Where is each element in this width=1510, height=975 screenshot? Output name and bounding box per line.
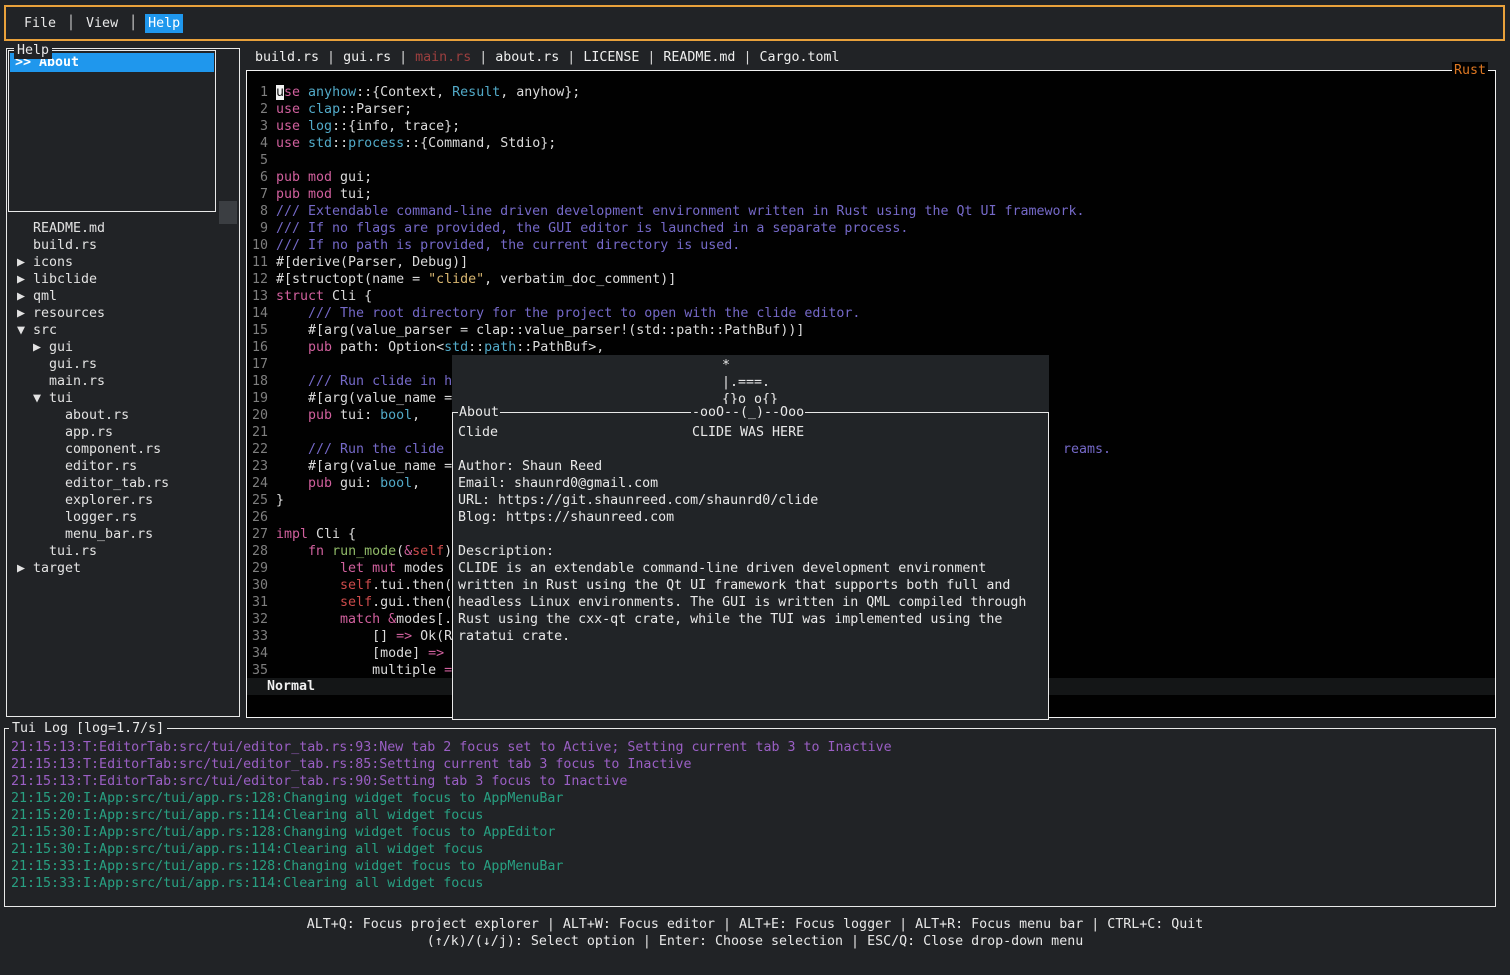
tab-Cargo.toml[interactable]: Cargo.toml: [759, 50, 839, 65]
clide-app: File│View│Help README.md build.rs▶ icons…: [0, 0, 1510, 975]
log-line: 21:15:13:T:EditorTab:src/tui/editor_tab.…: [11, 773, 892, 790]
about-dialog: * |.===. {}o o{} About -ooO--(_)--Ooo Cl…: [452, 355, 1049, 720]
code-line[interactable]: 15 #[arg(value_parser = clap::value_pars…: [247, 322, 1495, 339]
menu-bar: File│View│Help: [4, 5, 1505, 41]
tree-item[interactable]: menu_bar.rs: [11, 526, 169, 543]
code-line[interactable]: 7pub mod tui;: [247, 186, 1495, 203]
menu-item-help[interactable]: Help: [145, 14, 183, 33]
tab-main.rs[interactable]: main.rs: [415, 50, 471, 65]
log-line: 21:15:30:I:App:src/tui/app.rs:128:Changi…: [11, 824, 892, 841]
tui-log-title: Tui Log [log=1.7/s]: [9, 720, 167, 737]
about-product-name: ClideCLIDE WAS HERE: [453, 424, 1048, 441]
editor-mode: Normal: [267, 679, 315, 694]
log-line: 21:15:20:I:App:src/tui/app.rs:114:Cleari…: [11, 807, 892, 824]
code-line[interactable]: 9/// If no flags are provided, the GUI e…: [247, 220, 1495, 237]
about-description-line: Rust using the cxx-qt crate, while the T…: [453, 611, 1048, 628]
about-field: URL: https://git.shaunreed.com/shaunrd0/…: [453, 492, 1048, 509]
about-content: ClideCLIDE WAS HERE Author: Shaun ReedEma…: [453, 424, 1048, 645]
tree-item[interactable]: ▶ libclide: [11, 271, 169, 288]
log-line: 21:15:33:I:App:src/tui/app.rs:128:Changi…: [11, 858, 892, 875]
tree-item[interactable]: ▼ tui: [11, 390, 169, 407]
about-field: Author: Shaun Reed: [453, 458, 1048, 475]
tree-item[interactable]: tui.rs: [11, 543, 169, 560]
tree-item[interactable]: ▼ src: [11, 322, 169, 339]
editor-tabs: build.rs | gui.rs | main.rs | about.rs |…: [255, 49, 840, 66]
file-tree: README.md build.rs▶ icons▶ libclide▶ qml…: [11, 220, 169, 577]
code-line[interactable]: 5: [247, 152, 1495, 169]
explorer-scrollbar-thumb[interactable]: [219, 201, 237, 224]
about-field: Email: shaunrd0@gmail.com: [453, 475, 1048, 492]
code-line[interactable]: 1use anyhow::{Context, Result, anyhow};: [247, 84, 1495, 101]
about-description-line: written in Rust using the Qt UI framewor…: [453, 577, 1048, 594]
code-line[interactable]: 10/// If no path is provided, the curren…: [247, 237, 1495, 254]
log-line: 21:15:13:T:EditorTab:src/tui/editor_tab.…: [11, 756, 892, 773]
keybinding-help-bar: ALT+Q: Focus project explorer | ALT+W: F…: [0, 916, 1510, 950]
tree-item[interactable]: about.rs: [11, 407, 169, 424]
tree-item[interactable]: ▶ qml: [11, 288, 169, 305]
tree-item[interactable]: ▶ target: [11, 560, 169, 577]
about-field: Blog: https://shaunreed.com: [453, 509, 1048, 526]
tree-item[interactable]: build.rs: [11, 237, 169, 254]
code-line[interactable]: 8/// Extendable command-line driven deve…: [247, 203, 1495, 220]
menu-item-view[interactable]: View: [83, 14, 121, 33]
tab-build.rs[interactable]: build.rs: [255, 50, 319, 65]
tree-item[interactable]: ▶ icons: [11, 254, 169, 271]
code-line[interactable]: 11#[derive(Parser, Debug)]: [247, 254, 1495, 271]
menu-item-file[interactable]: File: [21, 14, 59, 33]
code-line[interactable]: 14 /// The root directory for the projec…: [247, 305, 1495, 322]
code-line[interactable]: 6pub mod gui;: [247, 169, 1495, 186]
about-description-label: Description:: [453, 543, 1048, 560]
owl-feet-ascii-icon: -ooO--(_)--Ooo: [691, 404, 805, 421]
code-line[interactable]: 13struct Cli {: [247, 288, 1495, 305]
log-line: 21:15:20:I:App:src/tui/app.rs:128:Changi…: [11, 790, 892, 807]
tree-item[interactable]: gui.rs: [11, 356, 169, 373]
tab-LICENSE[interactable]: LICENSE: [583, 50, 639, 65]
log-lines: 21:15:13:T:EditorTab:src/tui/editor_tab.…: [11, 739, 892, 892]
about-tagline: CLIDE WAS HERE: [692, 424, 804, 441]
about-dialog-box: About -ooO--(_)--Ooo ClideCLIDE WAS HERE…: [452, 412, 1049, 720]
code-line[interactable]: 12#[structopt(name = "clide", verbatim_d…: [247, 271, 1495, 288]
tree-item[interactable]: ▶ gui: [11, 339, 169, 356]
tree-item[interactable]: ▶ resources: [11, 305, 169, 322]
code-line-tail: reams.: [1063, 441, 1111, 458]
tab-gui.rs[interactable]: gui.rs: [343, 50, 391, 65]
keybinding-help-line-1: ALT+Q: Focus project explorer | ALT+W: F…: [0, 916, 1510, 933]
tree-item[interactable]: main.rs: [11, 373, 169, 390]
code-line[interactable]: 4use std::process::{Command, Stdio};: [247, 135, 1495, 152]
about-description-line: ratatui crate.: [453, 628, 1048, 645]
language-badge: Rust: [1452, 62, 1488, 79]
help-dropdown-title: Help: [14, 42, 52, 59]
tab-about.rs[interactable]: about.rs: [495, 50, 559, 65]
log-line: 21:15:33:I:App:src/tui/app.rs:114:Cleari…: [11, 875, 892, 892]
keybinding-help-line-2: (↑/k)/(↓/j): Select option | Enter: Choo…: [0, 933, 1510, 950]
about-description-line: headless Linux environments. The GUI is …: [453, 594, 1048, 611]
tree-item[interactable]: app.rs: [11, 424, 169, 441]
log-line: 21:15:30:I:App:src/tui/app.rs:114:Cleari…: [11, 841, 892, 858]
about-description-line: CLIDE is an extendable command-line driv…: [453, 560, 1048, 577]
owl-ascii-art-icon: * |.===. {}o o{}: [690, 357, 778, 408]
tree-item[interactable]: editor.rs: [11, 458, 169, 475]
tab-README.md[interactable]: README.md: [663, 50, 735, 65]
tree-item[interactable]: component.rs: [11, 441, 169, 458]
tui-log-panel[interactable]: Tui Log [log=1.7/s] 21:15:13:T:EditorTab…: [4, 728, 1496, 907]
tree-item[interactable]: logger.rs: [11, 509, 169, 526]
code-line[interactable]: 16 pub path: Option<std::path::PathBuf>,: [247, 339, 1495, 356]
log-line: 21:15:13:T:EditorTab:src/tui/editor_tab.…: [11, 739, 892, 756]
about-dialog-title: About: [458, 404, 500, 421]
code-line[interactable]: 3use log::{info, trace};: [247, 118, 1495, 135]
tree-item[interactable]: editor_tab.rs: [11, 475, 169, 492]
tree-item[interactable]: README.md: [11, 220, 169, 237]
code-line[interactable]: 2use clap::Parser;: [247, 101, 1495, 118]
tree-item[interactable]: explorer.rs: [11, 492, 169, 509]
help-dropdown: Help >> About: [8, 50, 216, 212]
